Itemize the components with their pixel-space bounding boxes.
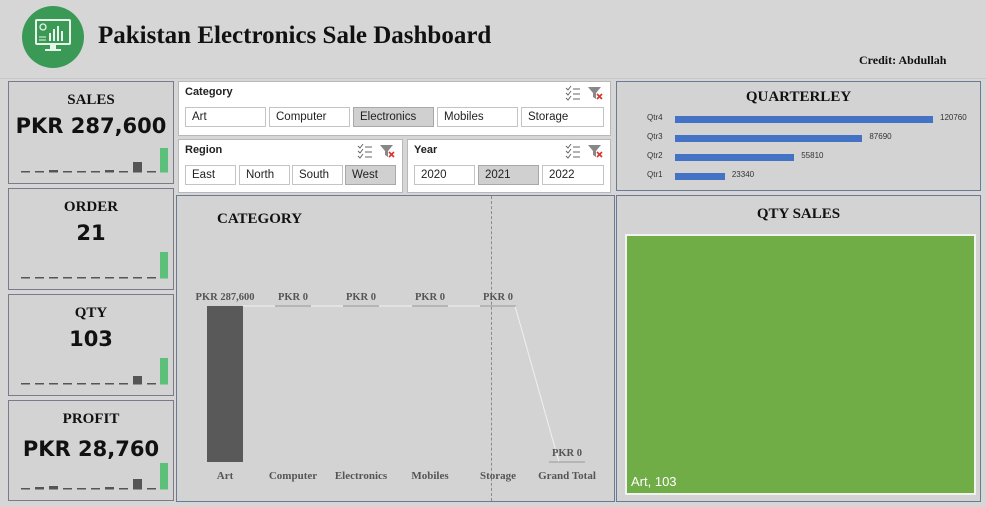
quarter-label: Qtr3 — [647, 132, 663, 141]
region-option-west[interactable]: West — [345, 165, 396, 185]
kpi-card-sales: SALES PKR 287,600 — [8, 81, 174, 184]
category-axis-label: Grand Total — [538, 470, 596, 482]
kpi-label: SALES — [67, 92, 115, 108]
kpi-card-profit: PROFIT PKR 28,760 — [8, 400, 174, 501]
clear-filter-icon[interactable] — [588, 87, 603, 100]
quarter-bar[interactable] — [675, 116, 933, 123]
year-option-2022[interactable]: 2022 — [542, 165, 604, 185]
clear-filter-icon[interactable] — [380, 145, 395, 158]
slicer-controls — [564, 143, 604, 164]
credit-text: Credit: Abdullah — [859, 53, 947, 67]
multi-select-icon[interactable] — [565, 85, 580, 101]
quarter-label: Qtr1 — [647, 170, 663, 179]
category-option-art[interactable]: Art — [185, 107, 266, 127]
dashboard-monitor-icon — [22, 6, 84, 68]
quarter-value-label: 23340 — [731, 170, 755, 179]
category-value-label: PKR 0 — [482, 292, 514, 303]
quarter-value-label: 55810 — [801, 151, 824, 160]
category-value-label: PKR 0 — [551, 448, 583, 459]
year-slicer: Year 2020 2021 2022 — [407, 139, 611, 193]
multi-select-icon[interactable] — [565, 143, 580, 159]
order-sparkline — [21, 252, 168, 279]
page-title: Pakistan Electronics Sale Dashboard — [98, 22, 492, 49]
quarter-bar[interactable] — [675, 173, 725, 180]
qty-sparkline — [21, 358, 168, 385]
kpi-label: ORDER — [63, 199, 119, 215]
slicer-title: Year — [414, 144, 438, 156]
treemap-tile-art[interactable]: Art, 103 — [625, 234, 976, 495]
year-option-2021[interactable]: 2021 — [478, 165, 539, 185]
clear-filter-icon[interactable] — [588, 145, 603, 158]
region-slicer: Region East North South West — [178, 139, 403, 193]
header-divider — [0, 78, 986, 79]
qty-sales-title: QTY SALES — [756, 206, 841, 222]
category-axis-label: Storage — [479, 470, 517, 482]
category-option-mobiles[interactable]: Mobiles — [437, 107, 518, 127]
category-bar[interactable] — [207, 306, 243, 462]
year-option-2020[interactable]: 2020 — [414, 165, 475, 185]
quarter-label: Qtr2 — [647, 151, 663, 160]
category-axis-label: Electronics — [334, 470, 388, 482]
category-panel: CATEGORY PKR 287,600 Art PKR 0 Computer PKR … — [176, 195, 615, 502]
kpi-card-order: ORDER 21 — [8, 188, 174, 290]
slicer-controls — [356, 143, 396, 164]
region-option-south[interactable]: South — [292, 165, 343, 185]
qty-sales-panel: QTY SALES Art, 103 — [616, 195, 981, 502]
quarter-value-label: 87690 — [869, 132, 892, 141]
dashboard-header: Pakistan Electronics Sale Dashboard Cred… — [0, 0, 986, 76]
quarter-bar[interactable] — [675, 154, 795, 161]
waterfall-connector — [242, 305, 560, 463]
slicer-title: Category — [185, 86, 233, 98]
quarterly-title: QUARTERLEY — [745, 89, 852, 105]
category-option-storage[interactable]: Storage — [521, 107, 604, 127]
category-option-computer[interactable]: Computer — [269, 107, 350, 127]
profit-sparkline — [21, 463, 168, 490]
quarter-bar[interactable] — [675, 135, 863, 142]
category-slicer: Category Art Computer Electronics Mobile… — [178, 81, 611, 136]
kpi-value: PKR 287,600 — [15, 114, 167, 138]
slicer-title: Region — [185, 144, 223, 156]
treemap-tile-label: Art, 103 — [631, 474, 677, 489]
sales-sparkline — [21, 148, 168, 173]
kpi-label: QTY — [74, 305, 108, 321]
slicer-controls — [564, 85, 604, 106]
quarter-label: Qtr4 — [647, 113, 663, 122]
quarterly-panel: QUARTERLEY Qtr4 120760 Qtr3 87690 Qtr2 55810 Q… — [616, 81, 981, 191]
kpi-value: 103 — [69, 327, 113, 351]
quarter-value-label: 120760 — [940, 113, 967, 122]
region-option-north[interactable]: North — [239, 165, 290, 185]
kpi-card-qty: QTY 103 — [8, 294, 174, 396]
region-option-east[interactable]: East — [185, 165, 236, 185]
kpi-label: PROFIT — [62, 411, 120, 427]
multi-select-icon[interactable] — [357, 143, 372, 159]
category-option-electronics[interactable]: Electronics — [353, 107, 434, 127]
kpi-value: 21 — [76, 221, 106, 245]
kpi-value: PKR 28,760 — [22, 437, 160, 461]
